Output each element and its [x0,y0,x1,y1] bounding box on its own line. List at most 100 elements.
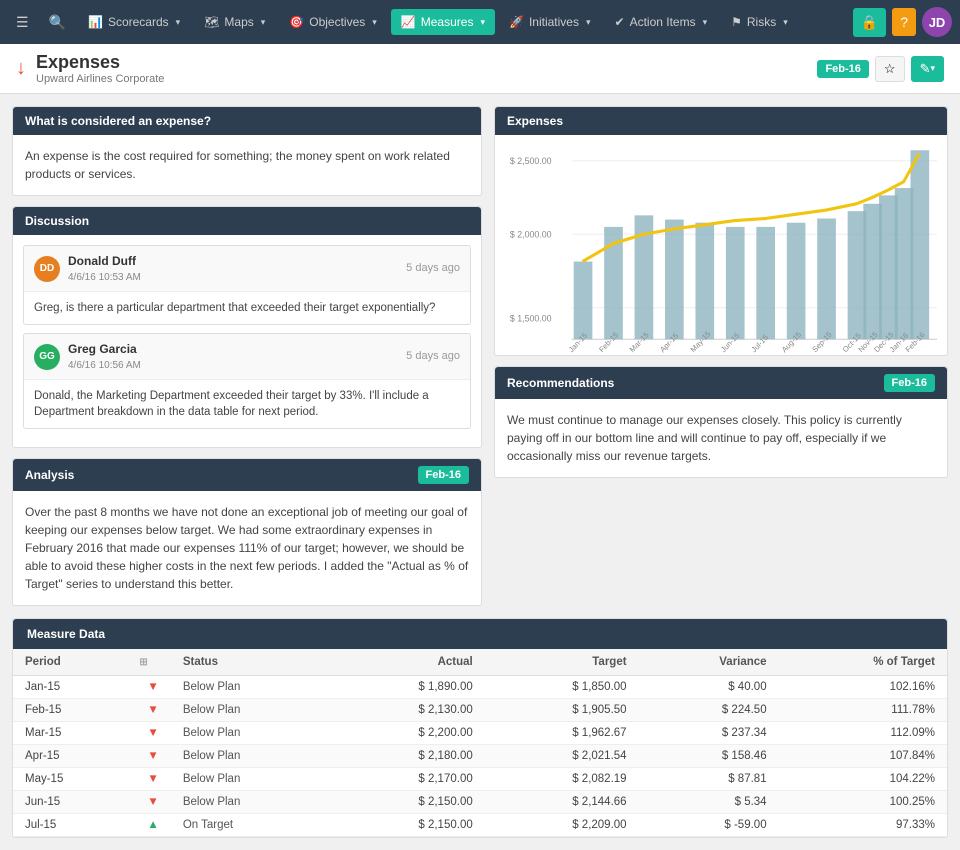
recommendations-date-badge: Feb-16 [884,374,935,392]
action-items-icon: ✔ [615,15,625,29]
filter-icon[interactable]: ⊞ [139,657,147,668]
avatar[interactable]: JD [922,7,952,37]
nav-scorecards[interactable]: 📊 Scorecards ▾ [78,9,190,35]
cell-actual: $ 2,170.00 [331,768,485,791]
main-content: What is considered an expense? An expens… [0,94,960,618]
page-header-right: Feb-16 ☆ ✎ ▾ [817,56,944,82]
discussion-header: Discussion [13,207,481,235]
recommendations-card: Recommendations Feb-16 We must continue … [494,366,948,478]
col-filter[interactable]: ⊞ [135,649,170,676]
expenses-chart-card: Expenses $ 2,500.00 $ 2,000.00 $ 1,500.0… [494,106,948,356]
analysis-header: Analysis Feb-16 [13,459,481,491]
objectives-icon: 🎯 [289,15,304,29]
cell-target: $ 2,082.19 [485,768,639,791]
recommendations-body: We must continue to manage our expenses … [495,399,947,477]
svg-text:$ 1,500.00: $ 1,500.00 [510,313,552,323]
chevron-down-icon: ▾ [586,17,591,28]
chevron-down-icon: ▾ [372,17,377,28]
table-row: Apr-15 ▼ Below Plan $ 2,180.00 $ 2,021.5… [13,745,947,768]
navbar: ☰ 🔍 📊 Scorecards ▾ 🗺 Maps ▾ 🎯 Objectives… [0,0,960,44]
col-target: Target [485,649,639,676]
cell-period: May-15 [13,768,135,791]
expense-definition-body: An expense is the cost required for some… [13,135,481,195]
cell-variance: $ 158.46 [639,745,779,768]
cell-variance: $ 237.34 [639,722,779,745]
initiatives-icon: 🚀 [509,15,524,29]
help-button[interactable]: ? [892,8,916,36]
measure-data-header: Measure Data [13,619,947,649]
cell-period: Mar-15 [13,722,135,745]
cell-period: Apr-15 [13,745,135,768]
cell-status-icon: ▼ [135,699,170,722]
nav-risks[interactable]: ⚑ Risks ▾ [721,9,798,35]
cell-variance: $ 224.50 [639,699,779,722]
chevron-down-icon: ▾ [176,17,181,28]
nav-initiatives[interactable]: 🚀 Initiatives ▾ [499,9,601,35]
date-badge: Feb-16 [817,60,868,78]
page-title: Expenses [36,52,164,73]
expense-definition-card: What is considered an expense? An expens… [12,106,482,196]
cell-status: Below Plan [171,699,331,722]
cell-actual: $ 2,200.00 [331,722,485,745]
cell-status: Below Plan [171,722,331,745]
cell-target: $ 2,021.54 [485,745,639,768]
expenses-chart-header: Expenses [495,107,947,135]
cell-period: Jul-15 [13,814,135,837]
table-row: Mar-15 ▼ Below Plan $ 2,200.00 $ 1,962.6… [13,722,947,745]
cell-actual: $ 2,130.00 [331,699,485,722]
cell-target: $ 1,850.00 [485,676,639,699]
cell-pct: 102.16% [779,676,947,699]
risks-icon: ⚑ [731,15,742,29]
cell-period: Feb-15 [13,699,135,722]
col-period: Period [13,649,135,676]
cell-status-icon: ▼ [135,676,170,699]
cell-target: $ 1,962.67 [485,722,639,745]
nav-measures[interactable]: 📈 Measures ▾ [391,9,495,35]
table-row: Jul-15 ▲ On Target $ 2,150.00 $ 2,209.00… [13,814,947,837]
lock-button[interactable]: 🔒 [853,8,886,37]
svg-text:$ 2,500.00: $ 2,500.00 [510,156,552,166]
measure-data-section: Measure Data Period ⊞ Status Actual Targ… [12,618,948,838]
page-header-left: ↓ Expenses Upward Airlines Corporate [16,52,164,85]
col-pct-target: % of Target [779,649,947,676]
edit-button[interactable]: ✎ ▾ [911,56,944,82]
avatar-greg: GG [34,344,60,370]
analysis-card: Analysis Feb-16 Over the past 8 months w… [12,458,482,606]
cell-variance: $ 87.81 [639,768,779,791]
chevron-down-icon: ▾ [783,17,788,28]
cell-status: On Target [171,814,331,837]
cell-status-icon: ▼ [135,791,170,814]
cell-pct: 104.22% [779,768,947,791]
cell-status: Below Plan [171,768,331,791]
search-button[interactable]: 🔍 [41,8,74,37]
cell-actual: $ 2,150.00 [331,814,485,837]
nav-objectives[interactable]: 🎯 Objectives ▾ [279,9,387,35]
cell-status-icon: ▼ [135,768,170,791]
page-title-group: Expenses Upward Airlines Corporate [36,52,164,85]
cell-target: $ 2,209.00 [485,814,639,837]
cell-status-icon: ▼ [135,745,170,768]
cell-status: Below Plan [171,745,331,768]
star-button[interactable]: ☆ [875,56,905,82]
svg-text:$ 2,000.00: $ 2,000.00 [510,229,552,239]
table-row: May-15 ▼ Below Plan $ 2,170.00 $ 2,082.1… [13,768,947,791]
nav-right-actions: 🔒 ? JD [853,7,952,37]
cell-variance: $ 5.34 [639,791,779,814]
discussion-author-2: Greg Garcia 4/6/16 10:56 AM [68,340,141,373]
cell-pct: 107.84% [779,745,947,768]
discussion-item-1-body: Greg, is there a particular department t… [24,292,470,324]
trend-down-icon: ↓ [16,57,26,80]
chevron-down-icon: ▾ [703,17,708,28]
chevron-down-icon: ▾ [261,17,266,28]
cell-pct: 112.09% [779,722,947,745]
discussion-card: Discussion DD Donald Duff 4/6/16 10:53 A… [12,206,482,448]
cell-period: Jan-15 [13,676,135,699]
chevron-down-icon: ▾ [480,17,485,28]
nav-maps[interactable]: 🗺 Maps ▾ [194,9,275,35]
scorecards-icon: 📊 [88,15,103,29]
discussion-body: DD Donald Duff 4/6/16 10:53 AM 5 days ag… [13,235,481,447]
nav-action-items[interactable]: ✔ Action Items ▾ [605,9,718,35]
menu-button[interactable]: ☰ [8,8,37,37]
expenses-chart: $ 2,500.00 $ 2,000.00 $ 1,500.00 [505,145,937,355]
right-column: Expenses $ 2,500.00 $ 2,000.00 $ 1,500.0… [494,106,948,606]
